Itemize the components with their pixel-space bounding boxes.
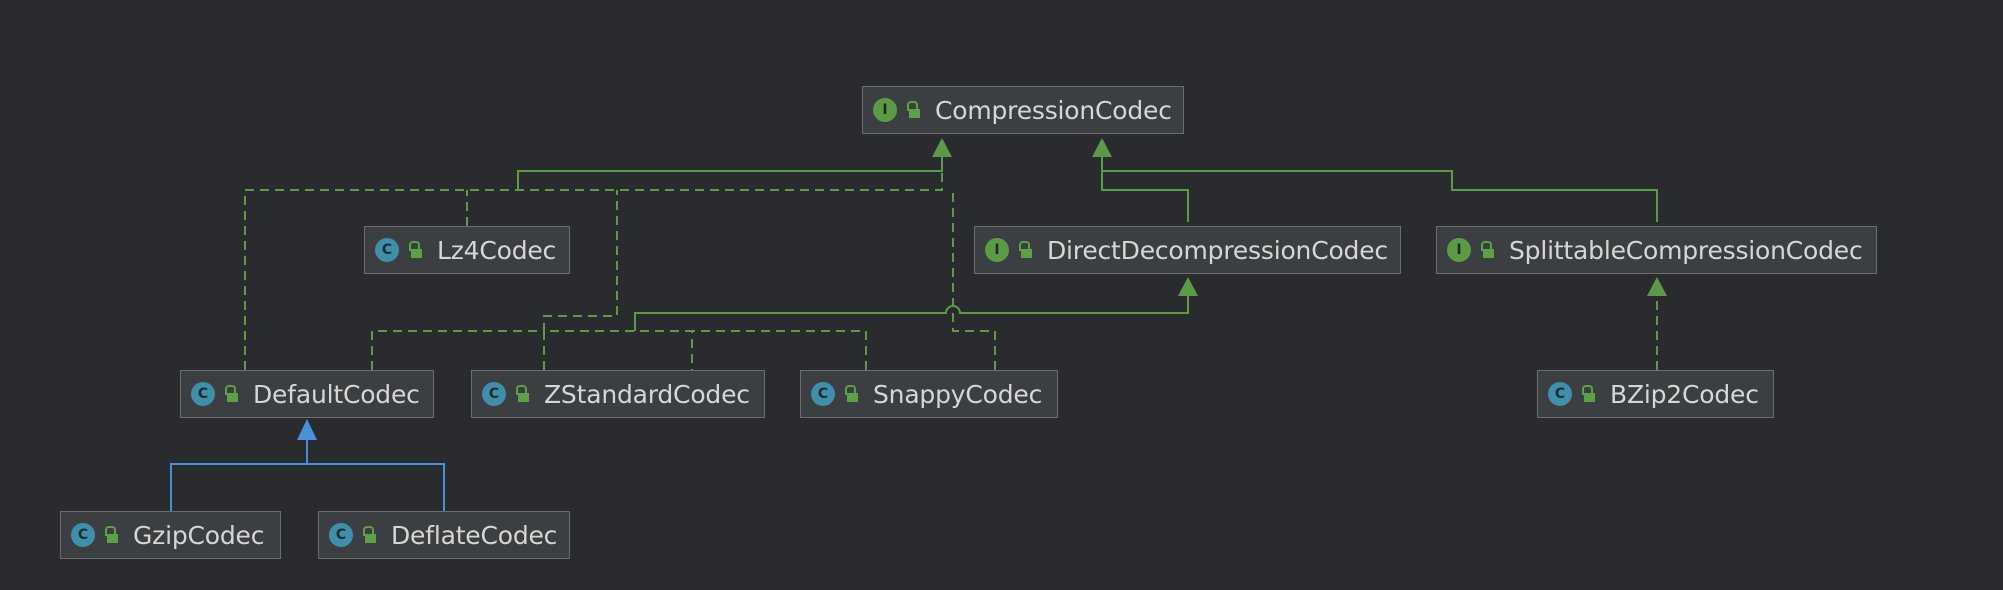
- interface-icon: I: [985, 238, 1009, 262]
- class-icon: C: [811, 382, 835, 406]
- node-label: DefaultCodec: [253, 379, 420, 409]
- interface-icon: I: [873, 98, 897, 122]
- public-lock-icon: [223, 384, 239, 404]
- class-icon: C: [482, 382, 506, 406]
- extends-interface-edges: [517, 145, 1658, 222]
- class-icon: C: [375, 238, 399, 262]
- class-icon: C: [329, 523, 353, 547]
- class-icon: C: [191, 382, 215, 406]
- node-direct-decompression-codec[interactable]: I DirectDecompressionCodec: [974, 226, 1401, 274]
- public-lock-icon: [514, 384, 530, 404]
- node-snappy-codec[interactable]: C SnappyCodec: [800, 370, 1058, 418]
- arrow-default: [297, 419, 317, 440]
- node-splittable-compression-codec[interactable]: I SplittableCompressionCodec: [1436, 226, 1877, 274]
- node-label: Lz4Codec: [437, 235, 557, 265]
- edge-lz4-solid-to-compression: [517, 145, 943, 190]
- public-lock-icon: [1580, 384, 1596, 404]
- node-label: CompressionCodec: [935, 95, 1172, 125]
- public-lock-icon: [407, 240, 423, 260]
- interface-icon: I: [1447, 238, 1471, 262]
- arrow-compression-left: [932, 138, 952, 157]
- node-zstandard-codec[interactable]: C ZStandardCodec: [471, 370, 765, 418]
- public-lock-icon: [1017, 240, 1033, 260]
- public-lock-icon: [361, 525, 377, 545]
- class-icon: C: [1548, 382, 1572, 406]
- edge-splittable-to-compression: [1101, 145, 1658, 222]
- edge-snappy-lower: [692, 330, 867, 370]
- edge-impls-to-direct: [634, 284, 1189, 331]
- node-label: DirectDecompressionCodec: [1047, 235, 1388, 265]
- edge-direct-to-compression: [1101, 145, 1189, 222]
- class-icon: C: [71, 523, 95, 547]
- edge-gzip-to-default: [170, 463, 445, 511]
- implements-edges-to-direct: [634, 284, 1189, 331]
- edge-default-to-compression: [244, 171, 943, 370]
- edge-snappy-to-compression: [952, 190, 996, 370]
- arrow-splittable: [1647, 277, 1667, 296]
- public-lock-icon: [843, 384, 859, 404]
- public-lock-icon: [1479, 240, 1495, 260]
- node-label: DeflateCodec: [391, 520, 558, 550]
- edge-default-to-compression-b: [371, 190, 618, 370]
- node-compression-codec[interactable]: I CompressionCodec: [862, 86, 1184, 134]
- node-deflate-codec[interactable]: C DeflateCodec: [318, 511, 570, 559]
- node-default-codec[interactable]: C DefaultCodec: [180, 370, 434, 418]
- node-gzip-codec[interactable]: C GzipCodec: [60, 511, 281, 559]
- node-label: GzipCodec: [133, 520, 265, 550]
- node-lz4-codec[interactable]: C Lz4Codec: [364, 226, 570, 274]
- public-lock-icon: [103, 525, 119, 545]
- public-lock-icon: [905, 100, 921, 120]
- node-label: SplittableCompressionCodec: [1509, 235, 1863, 265]
- node-label: SnappyCodec: [873, 379, 1043, 409]
- diagram-canvas: I CompressionCodec C Lz4Codec I DirectDe…: [0, 0, 2003, 590]
- arrow-compression-right: [1092, 138, 1112, 157]
- node-label: BZip2Codec: [1610, 379, 1759, 409]
- node-label: ZStandardCodec: [544, 379, 750, 409]
- node-bzip2-codec[interactable]: C BZip2Codec: [1537, 370, 1774, 418]
- edge-zstandard-up: [543, 330, 693, 370]
- arrow-direct: [1178, 277, 1198, 296]
